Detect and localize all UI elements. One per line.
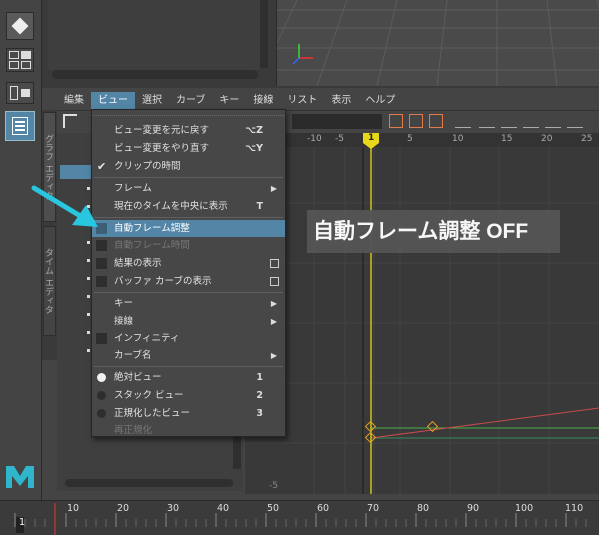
layout-single-button[interactable] [6, 82, 34, 104]
current-frame-label: 1 [368, 133, 375, 143]
frame-playback-button[interactable] [429, 114, 443, 128]
ruler-label-25: 25 [581, 134, 593, 144]
menu-view[interactable]: ビュー [91, 92, 135, 109]
ruler-label-20: 20 [541, 134, 553, 144]
snap-toggle-button[interactable] [6, 12, 34, 40]
timeline-tick-80: 80 [417, 503, 430, 514]
scrollbar-horizontal[interactable] [52, 70, 258, 79]
checkmark-icon: ✔ [97, 160, 107, 173]
menu-item-stacked-view[interactable]: スタック ビュー 2 [92, 387, 285, 404]
tab-time-editor[interactable]: タイム エディタ [43, 226, 56, 336]
menu-item-absolute-view[interactable]: 絶対ビュー 1 [92, 369, 285, 386]
clamped-tangent-button[interactable] [501, 114, 517, 128]
tangent-buttons [389, 113, 599, 131]
move-key-icon[interactable] [63, 114, 77, 128]
ruler-label-10: 10 [452, 134, 464, 144]
auto-tangent-button[interactable] [455, 114, 471, 128]
ruler-label-5: 5 [407, 134, 413, 144]
menu-item-center-current-time[interactable]: 現在のタイムを中央に表示 T [92, 198, 285, 215]
menu-item-keys[interactable]: キー ▶ [92, 295, 285, 312]
flat-tangent-button[interactable] [545, 114, 561, 128]
timeline-tick-50: 50 [267, 503, 280, 514]
checkbox-icon [96, 240, 107, 251]
diamond-icon [11, 17, 29, 35]
spline-tangent-button[interactable] [479, 114, 495, 128]
radio-off-icon [97, 391, 106, 400]
graph-editor-menubar: 編集 ビュー 選択 カーブ キー 接線 リスト 表示 ヘルプ [57, 92, 599, 109]
option-box-icon[interactable] [270, 259, 279, 268]
timeline-tick-60: 60 [317, 503, 330, 514]
timeline-tick-90: 90 [467, 503, 480, 514]
menu-item-auto-frame[interactable]: 自動フレーム調整 [92, 220, 285, 237]
menu-tangents[interactable]: 接線 [246, 92, 280, 109]
ruler-label-m10: -10 [307, 134, 322, 144]
menu-item-normalized-view[interactable]: 正規化したビュー 3 [92, 405, 285, 422]
menu-item-infinity[interactable]: インフィニティ [92, 330, 285, 347]
submenu-arrow-icon: ▶ [270, 351, 277, 360]
menu-item-curve-names[interactable]: カーブ名 ▶ [92, 347, 285, 364]
3d-viewport[interactable] [276, 0, 599, 86]
checkbox-icon [96, 276, 107, 287]
step-tangent-button[interactable] [567, 114, 583, 128]
ruler-label-15: 15 [501, 134, 513, 144]
menu-list[interactable]: リスト [280, 92, 324, 109]
radio-off-icon [97, 409, 106, 418]
timeline-tick-40: 40 [217, 503, 230, 514]
timeline-tick-110: 110 [565, 503, 584, 514]
outliner-scrollbar-horizontal[interactable] [65, 479, 233, 487]
key-field[interactable] [292, 114, 382, 129]
outliner-icon[interactable] [5, 111, 35, 141]
menu-item-clip-time[interactable]: ✔ クリップの時間 [92, 158, 285, 175]
menu-keys[interactable]: キー [212, 92, 246, 109]
arrow-pointer-icon [31, 185, 98, 227]
graph-y-label: -5 [269, 481, 278, 491]
view-menu-dropdown: ビュー変更を元に戻す ⌥Z ビュー変更をやり直す ⌥Y ✔ クリップの時間 フレーム… [91, 109, 286, 437]
frame-selection-button[interactable] [409, 114, 423, 128]
menu-show[interactable]: 表示 [324, 92, 358, 109]
menu-item-tangents[interactable]: 接線 ▶ [92, 313, 285, 330]
submenu-arrow-icon: ▶ [270, 317, 277, 326]
menu-edit[interactable]: 編集 [57, 92, 91, 109]
menu-help[interactable]: ヘルプ [358, 92, 402, 109]
timeline-current-frame: 1 [19, 517, 26, 528]
timeline[interactable]: 1 10 20 30 40 50 60 70 80 90 100 110 [0, 500, 599, 535]
menu-select[interactable]: 選択 [135, 92, 169, 109]
radio-on-icon [97, 373, 106, 382]
overlay-label: 自動フレーム調整 OFF [307, 210, 560, 253]
graph-view[interactable]: -10 -5 1 5 10 15 20 25 -5 [245, 133, 599, 494]
side-tabs: グラフ エディタ タイム エディタ [42, 110, 57, 360]
timeline-tick-20: 20 [117, 503, 130, 514]
checkbox-icon [96, 333, 107, 344]
timeline-tick-70: 70 [367, 503, 380, 514]
submenu-arrow-icon: ▶ [270, 184, 277, 193]
menu-item-show-results[interactable]: 結果の表示 [92, 255, 285, 272]
timeline-tick-100: 100 [515, 503, 534, 514]
option-box-icon[interactable] [270, 277, 279, 286]
timeline-tick-10: 10 [67, 503, 80, 514]
menu-curves[interactable]: カーブ [169, 92, 212, 109]
timeline-tick-30: 30 [167, 503, 180, 514]
layout-grid-button[interactable] [6, 48, 34, 72]
linear-tangent-button[interactable] [523, 114, 539, 128]
submenu-arrow-icon: ▶ [270, 299, 277, 308]
menu-item-show-buffer-curves[interactable]: バッファ カーブの表示 [92, 273, 285, 290]
menu-item-frame[interactable]: フレーム ▶ [92, 180, 285, 197]
frame-all-button[interactable] [389, 114, 403, 128]
menu-item-auto-frame-time: 自動フレーム時間 [92, 237, 285, 254]
left-toolbar [0, 0, 42, 500]
ruler-label-m5: -5 [335, 134, 344, 144]
scrollbar-vertical[interactable] [260, 0, 268, 68]
menu-item-redo-view[interactable]: ビュー変更をやり直す ⌥Y [92, 140, 285, 157]
menu-item-undo-view[interactable]: ビュー変更を元に戻す ⌥Z [92, 122, 285, 139]
checkbox-icon [96, 258, 107, 269]
maya-logo-icon [4, 462, 36, 490]
menu-item-renormalize: 再正規化 [114, 425, 153, 436]
